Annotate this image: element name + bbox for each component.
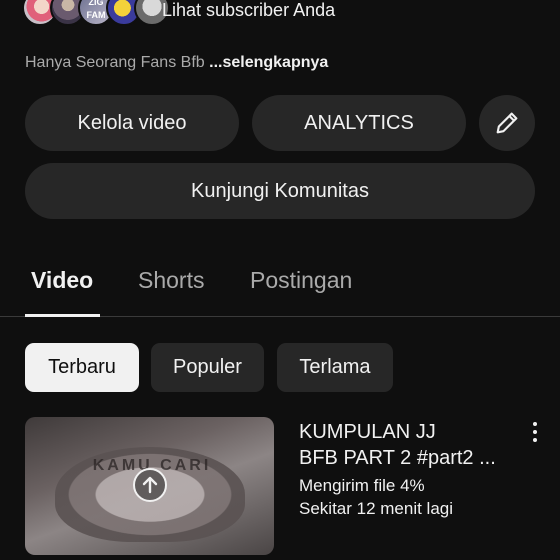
manage-videos-button[interactable]: Kelola video (25, 95, 239, 151)
filter-chip-newest[interactable]: Terbaru (25, 343, 139, 392)
visit-community-button[interactable]: Kunjungi Komunitas (25, 163, 535, 219)
upload-arrow-icon (142, 476, 158, 494)
video-title[interactable]: KUMPULAN JJ BFB PART 2 #part2 ... (299, 419, 514, 471)
active-tab-indicator (25, 314, 100, 317)
tab-video[interactable]: Video (31, 267, 93, 294)
view-subscribers-link[interactable]: Lihat subscriber Anda (162, 0, 335, 21)
description-text: Hanya Seorang Fans Bfb (25, 54, 205, 71)
channel-tabs: Video Shorts Postingan (0, 255, 560, 317)
more-link[interactable]: ...selengkapnya (209, 54, 328, 71)
tab-posts[interactable]: Postingan (250, 267, 352, 294)
video-title-line: BFB PART 2 #part2 ... (299, 447, 496, 469)
video-thumbnail[interactable]: KAMU CARI (25, 417, 274, 555)
edit-channel-button[interactable] (479, 95, 535, 151)
filter-chip-popular[interactable]: Populer (151, 343, 264, 392)
analytics-button[interactable]: ANALYTICS (252, 95, 466, 151)
more-vert-icon[interactable] (526, 420, 544, 444)
video-title-line: KUMPULAN JJ (299, 421, 436, 443)
subscriber-avatars: ZIG FAM (22, 0, 170, 30)
upload-indicator (133, 468, 167, 502)
channel-description[interactable]: Hanya Seorang Fans Bfb ...selengkapnya (25, 54, 328, 72)
upload-status: Mengirim file 4% Sekitar 12 menit lagi (299, 474, 453, 520)
filter-chip-oldest[interactable]: Terlama (277, 343, 393, 392)
upload-time-remaining: Sekitar 12 menit lagi (299, 499, 454, 518)
upload-progress-text: Mengirim file 4% (299, 476, 425, 495)
tab-shorts[interactable]: Shorts (138, 267, 204, 294)
subscribers-row[interactable]: ZIG FAM Lihat subscriber Anda (0, 0, 560, 36)
pencil-icon (496, 112, 518, 134)
